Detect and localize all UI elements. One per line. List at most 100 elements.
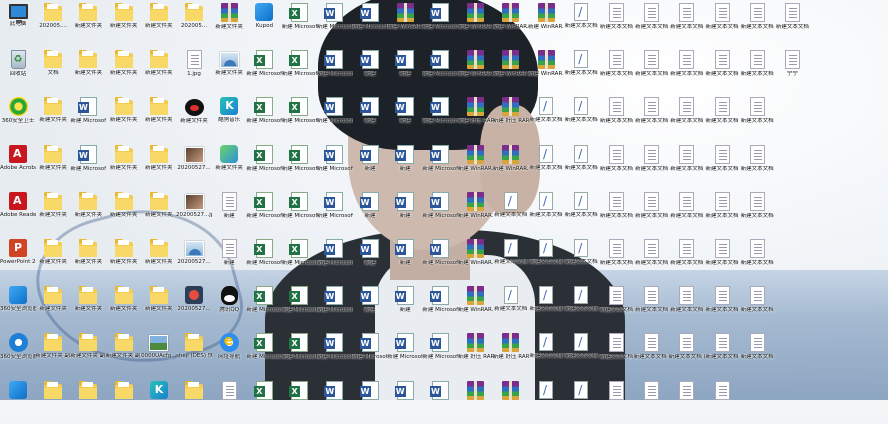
desktop-icon[interactable]	[670, 380, 704, 424]
desktop-icon[interactable]: 新建 好压 RAR 压缩...	[458, 332, 494, 376]
desktop-icon[interactable]: 新建 Microsoft...	[422, 96, 458, 140]
desktop-icon[interactable]: 新建文本文档	[740, 144, 774, 188]
desktop-icon[interactable]: 新建文本文档	[494, 285, 528, 329]
desktop-icon[interactable]: 新建文本文档	[599, 191, 633, 235]
desktop-icon[interactable]: 新建 WinRAR...	[458, 49, 494, 93]
desktop-icon[interactable]: 新建	[353, 49, 387, 93]
desktop-icon[interactable]: 新建文件夹 副本 (5)	[35, 332, 71, 376]
desktop-icon[interactable]: 新建 Microsoft...	[422, 144, 458, 188]
desktop-icon[interactable]: 新建	[353, 191, 387, 235]
desktop-icon[interactable]: Kupod	[247, 2, 281, 46]
desktop-icon[interactable]: 新建文本文档	[635, 191, 669, 235]
desktop-icon[interactable]: 新建文件夹	[36, 191, 70, 235]
desktop-icon[interactable]: 新建文本文档	[529, 332, 563, 376]
desktop-icon[interactable]: 新建 Microsoft...	[352, 2, 388, 46]
desktop-icon[interactable]: 新建文本文档	[670, 144, 704, 188]
desktop-icon[interactable]	[247, 380, 281, 424]
desktop-icon[interactable]: 新建 Microsoft...	[246, 49, 282, 93]
desktop-icon[interactable]: 新建文本文档	[740, 191, 774, 235]
desktop-icon[interactable]	[71, 380, 105, 424]
desktop-icon[interactable]: 新建文本文档	[564, 332, 598, 376]
desktop-icon[interactable]: 新建文本文档	[635, 96, 669, 140]
desktop-icon[interactable]: 新建 Microsoft...	[317, 96, 353, 140]
desktop-icon[interactable]: 新建文件夹	[36, 238, 70, 282]
desktop-icon[interactable]: 360安全浏览器	[0, 285, 36, 329]
desktop-icon[interactable]: 新建 WinRAR...	[493, 49, 529, 93]
desktop-icon[interactable]: 新建文件夹 副本 (14)	[70, 332, 106, 376]
desktop-icon[interactable]	[423, 380, 457, 424]
desktop-icon[interactable]: 新建文本文档	[599, 332, 633, 376]
desktop-icon[interactable]: 新建文本文档	[564, 49, 598, 93]
desktop-icon[interactable]: 新建 Microsoft...	[422, 332, 458, 376]
desktop-icon[interactable]: 新建文本文档	[670, 96, 704, 140]
desktop-icon[interactable]: 新建文本文档	[529, 96, 563, 140]
desktop-icon[interactable]: 新建文本文档	[740, 332, 774, 376]
desktop-icon[interactable]: 新建 WinRAR...	[528, 2, 564, 46]
desktop-icon[interactable]: 360安全浏览器	[0, 332, 36, 376]
desktop-icon[interactable]	[283, 380, 317, 424]
desktop-icon[interactable]: 新建文本文档	[635, 49, 669, 93]
desktop-icon[interactable]: 新建文件夹	[212, 49, 246, 93]
desktop-icon[interactable]: 1.jpg	[177, 49, 211, 93]
desktop-icon[interactable]: 新建 Microsoft...	[387, 332, 423, 376]
desktop-icon[interactable]: 新建文本文档	[740, 285, 774, 329]
desktop-icon[interactable]: 新建 Microsoft...	[282, 332, 318, 376]
desktop-icon[interactable]: 新建 Microsoft...	[352, 332, 388, 376]
desktop-icon[interactable]: 腾讯QQ	[212, 285, 246, 329]
desktop-icon[interactable]: 新建文本文档	[740, 96, 774, 140]
desktop-icon[interactable]: 新建文本文档	[775, 2, 809, 46]
desktop-icon[interactable]: 新建文件夹	[142, 49, 176, 93]
desktop-icon[interactable]: 新建文本文档	[599, 285, 633, 329]
desktop-icon[interactable]: 新建	[353, 144, 387, 188]
desktop-icon[interactable]: 新建 Microsoft...	[246, 144, 282, 188]
desktop-icon[interactable]: 新建 Microsoft...	[317, 332, 353, 376]
desktop-icon[interactable]: 新建文件夹	[71, 2, 105, 46]
desktop-icon[interactable]	[388, 380, 422, 424]
desktop-icon[interactable]: 新建 Microsoft...	[246, 285, 282, 329]
desktop-icon[interactable]: 新建文件夹	[71, 49, 105, 93]
desktop-icon[interactable]: PowerPoint 2013	[0, 238, 36, 282]
desktop-icon[interactable]: 202005....	[36, 2, 70, 46]
desktop-icon[interactable]: 新建文件夹	[107, 191, 141, 235]
desktop-icon[interactable]: 新建	[353, 96, 387, 140]
desktop-icon[interactable]: 新建 Microsoft...	[317, 2, 353, 46]
desktop-icon[interactable]: 新建文本文档	[494, 191, 528, 235]
desktop-icon[interactable]: 新建文件夹	[212, 144, 246, 188]
desktop-icon[interactable]: 新建文本文档	[705, 144, 739, 188]
desktop-icon[interactable]: 新建文件夹	[71, 285, 105, 329]
desktop-icon[interactable]	[212, 380, 246, 424]
desktop-icon[interactable]	[1, 380, 35, 424]
desktop-icon[interactable]: 新建文本文档	[670, 49, 704, 93]
desktop-icon[interactable]: 新建文本文档	[494, 238, 528, 282]
desktop-icon[interactable]: 新建 Microsoft...	[282, 191, 318, 235]
desktop-icon[interactable]: 新建文本文档	[529, 238, 563, 282]
desktop-icon[interactable]: 新建文件夹	[142, 238, 176, 282]
desktop-icon[interactable]: 新建文本文档	[635, 285, 669, 329]
desktop-icon[interactable]: 新建文本文档	[670, 238, 704, 282]
desktop-icon[interactable]: 新建文本文档	[635, 238, 669, 282]
desktop-icon[interactable]: 新建文本文档	[705, 285, 739, 329]
desktop-icon[interactable]	[142, 380, 176, 424]
desktop-icon[interactable]: 新建 好压 RAR 压缩...	[458, 96, 494, 140]
desktop-icon[interactable]: 新建 Microsoft...	[317, 285, 353, 329]
desktop-icon[interactable]: 回收站	[1, 49, 35, 93]
desktop-icon[interactable]	[494, 380, 528, 424]
desktop-icon[interactable]: 新建文本文档	[599, 238, 633, 282]
desktop-icon[interactable]: 新建文本文档	[564, 144, 598, 188]
desktop-icon[interactable]: 新建 Microsoft...	[246, 96, 282, 140]
desktop-icon[interactable]: 新建 Microsoft...	[422, 191, 458, 235]
desktop-icon[interactable]: 新建文本文档	[705, 49, 739, 93]
desktop-icon[interactable]: 新建文本文档	[564, 2, 598, 46]
desktop-icon[interactable]: 新建文本文档	[635, 144, 669, 188]
desktop-icon[interactable]: 新建	[212, 238, 246, 282]
desktop-icon[interactable]: 新建 WinRAR...	[458, 238, 494, 282]
desktop-icon[interactable]	[564, 380, 598, 424]
desktop-icon[interactable]: 360安全卫士	[1, 96, 35, 140]
desktop-icon[interactable]: 新建文本文档	[705, 332, 739, 376]
desktop-icon[interactable]: 新建文件夹	[71, 238, 105, 282]
desktop-icon[interactable]: 新建	[353, 285, 387, 329]
desktop-icon[interactable]	[177, 380, 211, 424]
desktop-icon[interactable]: 新建文件夹	[36, 285, 70, 329]
desktop-icon[interactable]: 新建文本文档	[670, 285, 704, 329]
desktop-icon[interactable]: 新建文件夹	[212, 2, 246, 46]
